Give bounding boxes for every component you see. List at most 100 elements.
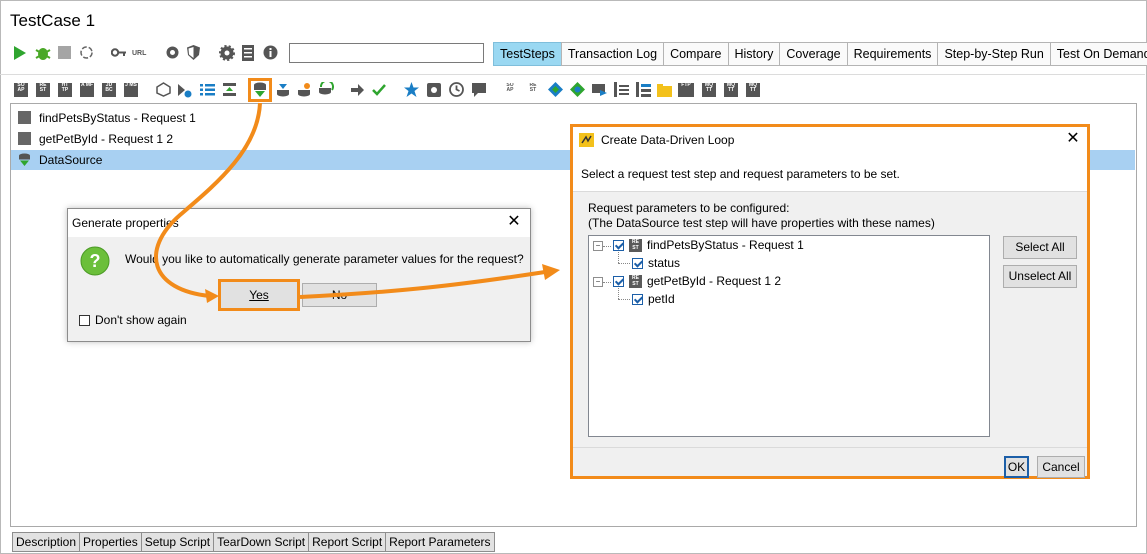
rest-step-icon[interactable]: RE ST: [36, 83, 50, 97]
close-icon[interactable]: ✕: [1063, 129, 1083, 149]
comment-icon[interactable]: [472, 83, 486, 97]
tab-description[interactable]: Description: [12, 532, 81, 552]
datasource-loop-icon[interactable]: [318, 82, 334, 98]
tree-param-label: petId: [648, 292, 675, 306]
param-checkbox[interactable]: [632, 258, 643, 269]
no-button[interactable]: No: [302, 283, 377, 307]
tab-teststeps[interactable]: TestSteps: [493, 42, 562, 66]
rest-request-icon: RE ST: [629, 239, 642, 252]
tree-param-label: status: [648, 256, 681, 270]
svg-text:?: ?: [90, 251, 101, 271]
endpoint-icon[interactable]: [548, 82, 563, 97]
dialog-title: Create Data-Driven Loop: [601, 133, 735, 147]
tab-setup-script[interactable]: Setup Script: [140, 532, 215, 552]
receive-icon[interactable]: [614, 82, 629, 97]
tab-coverage[interactable]: Coverage: [779, 42, 848, 66]
datagen-icon[interactable]: [297, 82, 312, 98]
search-input[interactable]: [289, 43, 484, 63]
debug-bug-icon[interactable]: [34, 44, 52, 62]
loop-dialog-icon: [579, 133, 594, 147]
send-mail-icon[interactable]: [592, 82, 607, 97]
dialog-titlebar: Generate properties ✕: [68, 209, 530, 237]
select-all-button[interactable]: Select All: [1003, 236, 1077, 259]
table-steps-icon[interactable]: [636, 82, 651, 97]
yes-button[interactable]: Yes: [218, 279, 300, 311]
rest-request-icon: RE ST: [629, 275, 642, 288]
shield-icon[interactable]: [187, 45, 200, 60]
ok-button[interactable]: OK: [1004, 456, 1029, 478]
tab-requirements[interactable]: Requirements: [846, 42, 939, 66]
jms-step-icon[interactable]: J MS: [124, 83, 138, 97]
parameters-tree[interactable]: − RE ST findPetsByStatus - Request 1 stat…: [588, 235, 990, 437]
star-icon[interactable]: [404, 82, 419, 97]
tab-report-script[interactable]: Report Script: [308, 532, 387, 552]
tree-connector: [618, 288, 619, 299]
collapse-icon[interactable]: −: [593, 277, 603, 287]
bottom-tab-bar: Description Properties Setup Script Tear…: [12, 532, 495, 552]
soap-step-icon[interactable]: SO AP: [14, 83, 28, 97]
close-icon[interactable]: ✕: [504, 212, 524, 232]
params-label: Request parameters to be configured:: [588, 201, 790, 215]
soap-mock-icon[interactable]: SO AP: [503, 83, 517, 97]
tree-connector: [618, 252, 619, 263]
dialog-description: Select a request test step and request p…: [581, 167, 900, 181]
mqtt-receive-icon[interactable]: MQ TT: [724, 83, 738, 97]
mqtt-publish-icon[interactable]: MQ TT: [702, 83, 716, 97]
script-icon[interactable]: [427, 83, 441, 97]
stop-icon[interactable]: [58, 46, 71, 59]
tab-test-on-demand[interactable]: Test On Demand: [1049, 42, 1147, 66]
tab-properties[interactable]: Properties: [79, 532, 142, 552]
list-icon[interactable]: [200, 83, 215, 96]
toolbar-divider: [0, 74, 1145, 75]
jdbc-step-icon[interactable]: JD BC: [102, 83, 116, 97]
datasource-icon: [19, 153, 30, 166]
tab-step-by-step-run[interactable]: Step-by-Step Run: [937, 42, 1051, 66]
top-tab-bar: TestSteps Transaction Log Compare Histor…: [493, 42, 1147, 66]
assertion-icon[interactable]: [371, 82, 387, 97]
tab-compare[interactable]: Compare: [663, 42, 729, 66]
flow-icon[interactable]: [176, 82, 192, 98]
mqtt-drop-icon[interactable]: MQ TT: [746, 83, 760, 97]
generate-properties-dialog: Generate properties ✕ ? Would you like t…: [67, 208, 531, 342]
key-icon[interactable]: [111, 48, 127, 57]
goto-icon[interactable]: [350, 83, 365, 97]
loop-icon[interactable]: [79, 45, 94, 60]
tree-connector: [603, 246, 611, 247]
tab-history[interactable]: History: [727, 42, 781, 66]
rest-request-icon: [18, 132, 31, 145]
tree-item-label: getPetById - Request 1 2: [39, 132, 174, 146]
run-icon[interactable]: [13, 46, 27, 60]
graphql-icon[interactable]: [156, 82, 171, 97]
request-checkbox[interactable]: [613, 240, 624, 251]
dont-show-again-checkbox[interactable]: [79, 315, 90, 326]
gauge-icon[interactable]: [165, 45, 180, 60]
param-checkbox[interactable]: [632, 294, 643, 305]
url-label[interactable]: URL: [132, 50, 146, 57]
unselect-all-button[interactable]: Unselect All: [1003, 265, 1077, 288]
tab-report-parameters[interactable]: Report Parameters: [385, 532, 495, 552]
gear-icon[interactable]: [219, 45, 235, 61]
datasource-icon-highlight: [248, 78, 272, 102]
info-icon[interactable]: [263, 45, 278, 60]
datasink-icon[interactable]: [276, 82, 291, 98]
document-icon[interactable]: [242, 45, 254, 61]
tree-connector: [618, 299, 630, 300]
cancel-button[interactable]: Cancel: [1037, 456, 1085, 478]
http-step-icon[interactable]: HT TP: [58, 83, 72, 97]
dialog-title: Generate properties: [72, 216, 179, 230]
ftp-icon[interactable]: FTP: [678, 83, 694, 97]
folder-icon[interactable]: [657, 83, 672, 97]
tab-transaction-log[interactable]: Transaction Log: [560, 42, 665, 66]
amf-step-icon[interactable]: A MF: [80, 83, 94, 97]
properties-transfer-icon[interactable]: [222, 82, 237, 97]
dialog-message: Would you like to automatically generate…: [125, 252, 524, 266]
tree-item-label: findPetsByStatus - Request 1: [39, 111, 196, 125]
tab-teardown-script[interactable]: TearDown Script: [213, 532, 310, 552]
question-icon: ?: [80, 246, 110, 276]
rest-mock-icon[interactable]: RE ST: [526, 83, 540, 97]
params-sublabel: (The DataSource test step will have prop…: [588, 216, 935, 230]
request-checkbox[interactable]: [613, 276, 624, 287]
collapse-icon[interactable]: −: [593, 241, 603, 251]
clock-icon[interactable]: [449, 82, 464, 97]
network-icon[interactable]: [570, 82, 585, 97]
